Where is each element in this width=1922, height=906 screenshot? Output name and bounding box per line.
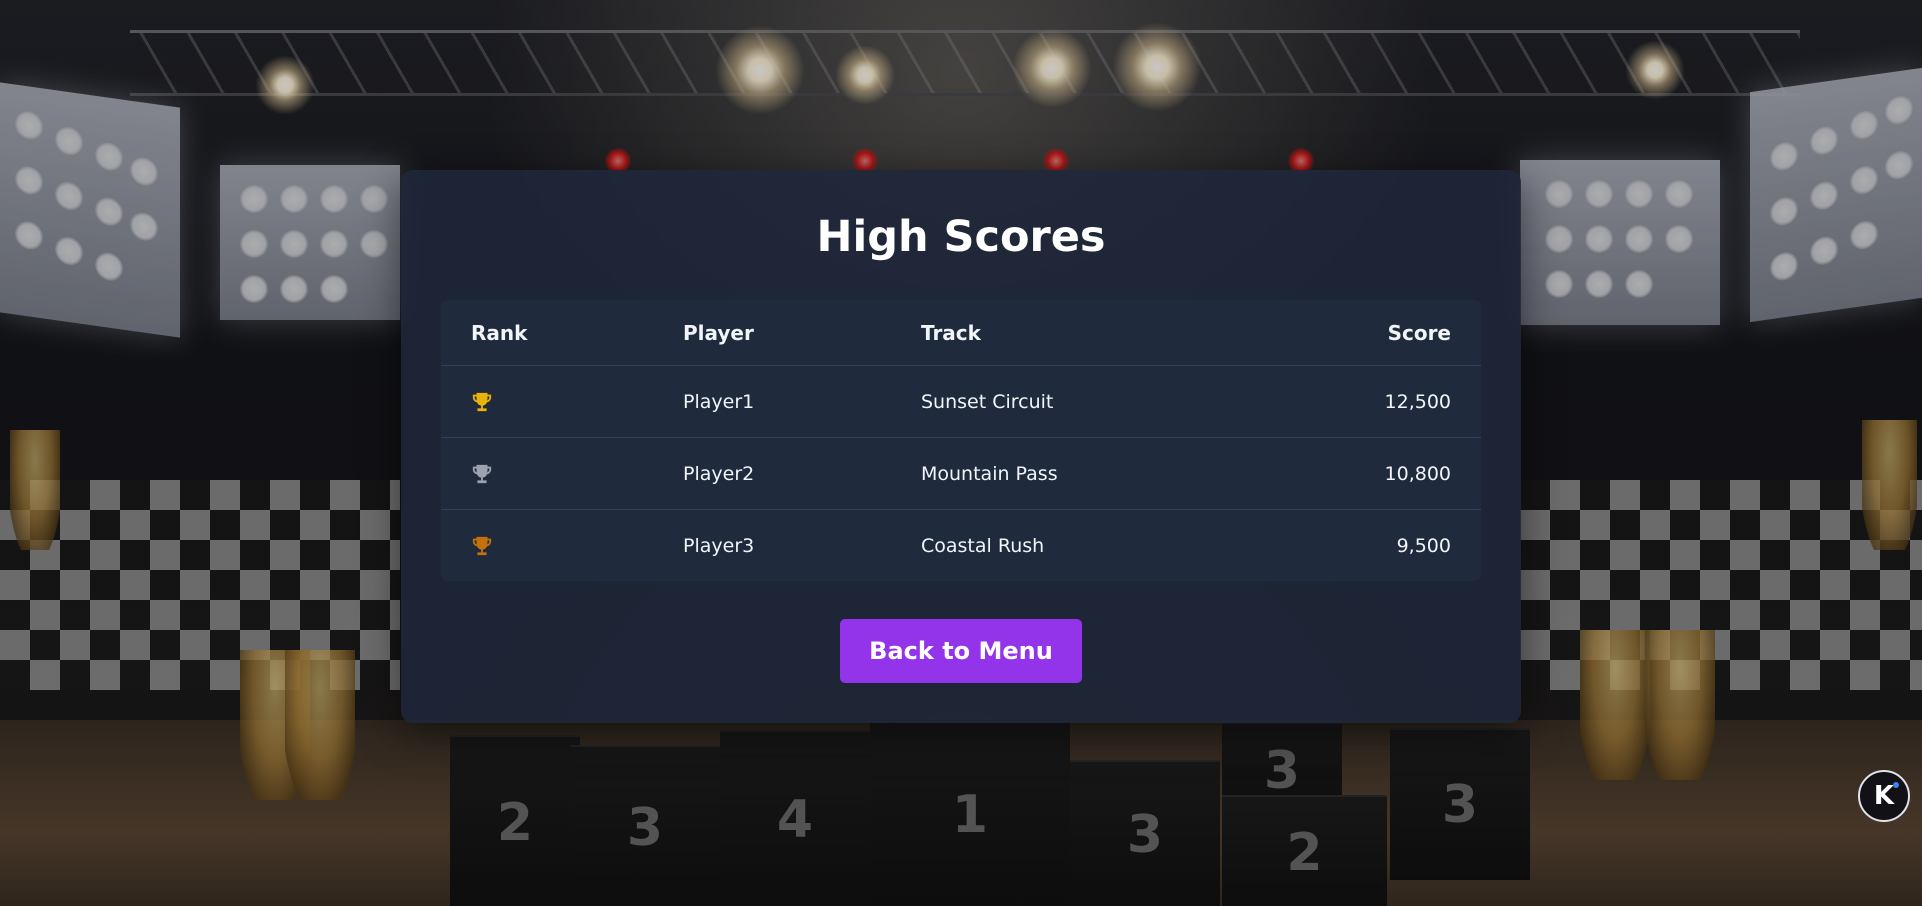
game-screen: 2 3 4 1 3 3 2 3 High Scores Rank Player … xyxy=(0,0,1922,906)
table-row: Player1 Sunset Circuit 12,500 xyxy=(441,365,1481,437)
page-title: High Scores xyxy=(816,212,1106,262)
scores-table: Rank Player Track Score Player1 Sunset C… xyxy=(441,300,1481,581)
player-cell: Player1 xyxy=(683,390,755,413)
table-row: Player2 Mountain Pass 10,800 xyxy=(441,437,1481,509)
score-cell: 12,500 xyxy=(1384,390,1451,413)
table-row: Player3 Coastal Rush 9,500 xyxy=(441,509,1481,581)
column-header-player: Player xyxy=(683,320,754,345)
track-cell: Sunset Circuit xyxy=(921,390,1054,413)
brand-logo-letter: K xyxy=(1873,781,1895,811)
column-header-score: Score xyxy=(1387,320,1451,345)
brand-logo-icon[interactable]: K xyxy=(1858,770,1910,822)
track-cell: Mountain Pass xyxy=(921,462,1058,485)
score-cell: 9,500 xyxy=(1396,534,1451,557)
gold-trophy-icon xyxy=(471,391,493,413)
score-cell: 10,800 xyxy=(1384,462,1451,485)
brand-logo-dot xyxy=(1893,782,1899,788)
track-cell: Coastal Rush xyxy=(921,534,1045,557)
column-header-rank: Rank xyxy=(471,320,528,345)
rank-cell xyxy=(471,366,493,437)
back-to-menu-button[interactable]: Back to Menu xyxy=(840,619,1082,683)
player-cell: Player3 xyxy=(683,534,755,557)
high-scores-panel: High Scores Rank Player Track Score Play… xyxy=(401,170,1521,723)
column-header-track: Track xyxy=(921,320,981,345)
table-header: Rank Player Track Score xyxy=(441,300,1481,365)
rank-cell xyxy=(471,510,493,581)
rank-cell xyxy=(471,438,493,509)
silver-trophy-icon xyxy=(471,463,493,485)
player-cell: Player2 xyxy=(683,462,755,485)
bronze-trophy-icon xyxy=(471,535,493,557)
